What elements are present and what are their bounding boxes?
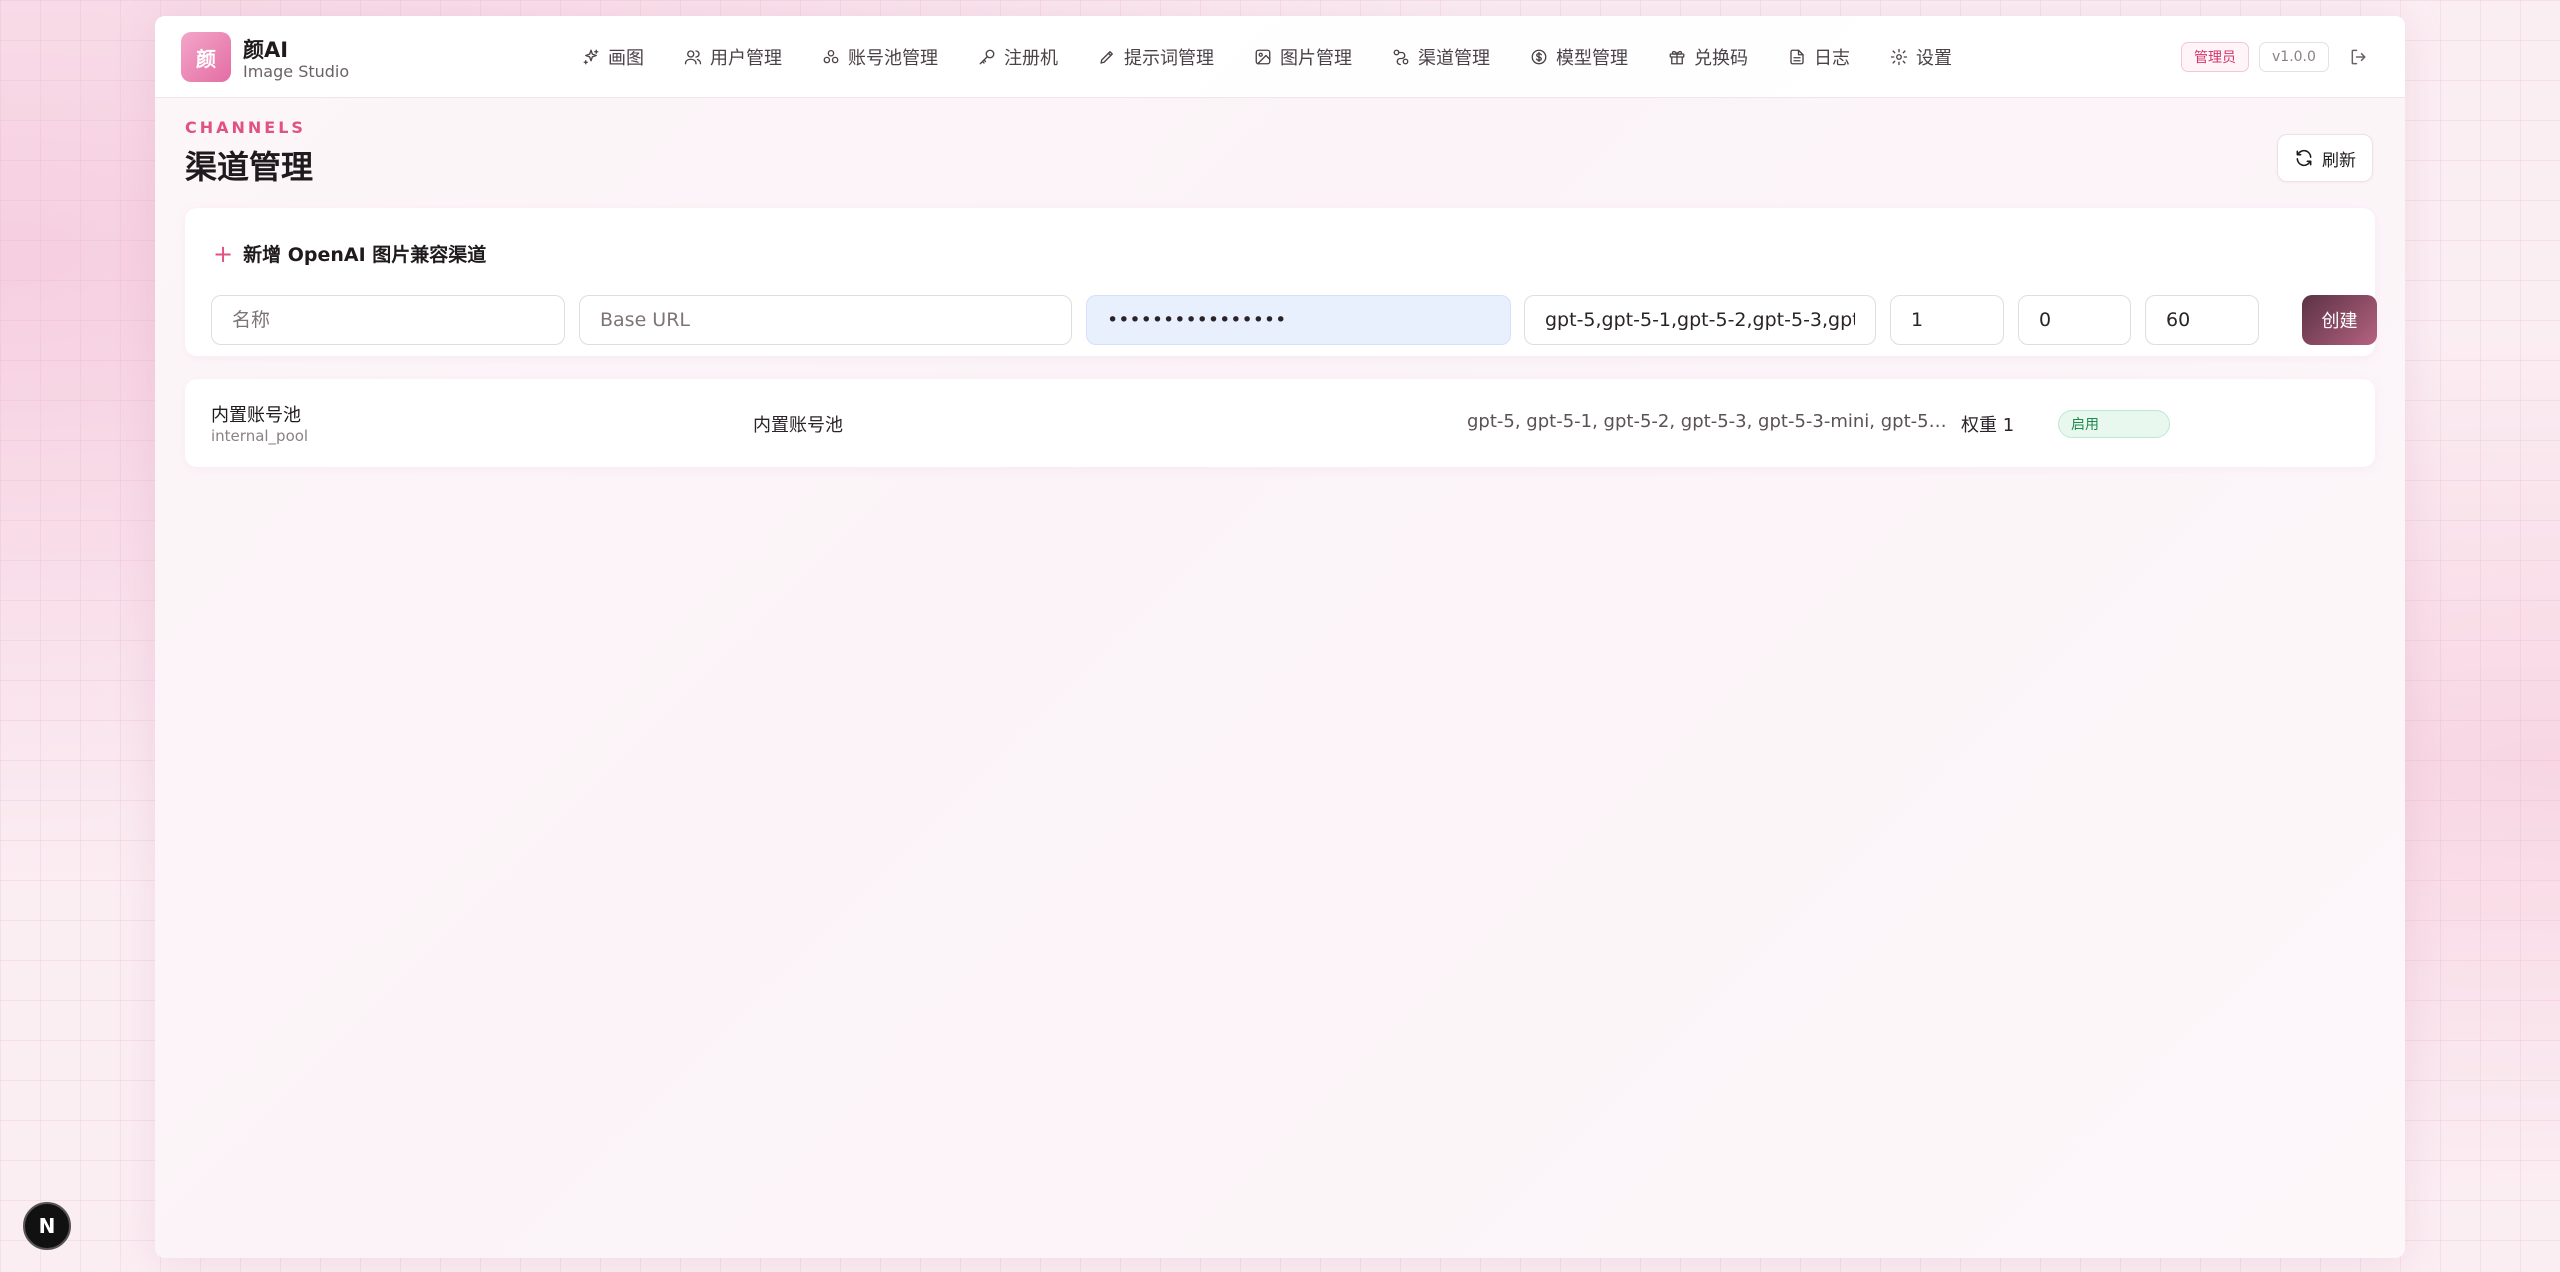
sparkles-icon — [583, 49, 599, 65]
key-icon — [979, 49, 995, 65]
create-button[interactable]: 创建 — [2302, 295, 2377, 345]
version-badge: v1.0.0 — [2259, 42, 2329, 72]
logout-button[interactable] — [2347, 45, 2371, 69]
nav-item-label: 图片管理 — [1280, 48, 1352, 69]
nav-item-label: 画图 — [608, 48, 644, 69]
status-badge[interactable]: 启用 — [2058, 410, 2170, 438]
refresh-button-label: 刷新 — [2322, 150, 2356, 170]
nav-item-label: 模型管理 — [1556, 48, 1628, 69]
nav-item-label: 日志 — [1814, 48, 1850, 69]
nav-item-label: 账号池管理 — [848, 48, 938, 69]
nav-item-label: 注册机 — [1004, 48, 1058, 69]
nav-item-channels[interactable]: 渠道管理 — [1372, 37, 1510, 77]
nav-item-label: 用户管理 — [710, 48, 782, 69]
refresh-icon — [2296, 149, 2312, 167]
nav-item-label: 渠道管理 — [1418, 48, 1490, 69]
timeout-input[interactable] — [2145, 295, 2259, 345]
nav-item-draw[interactable]: 画图 — [562, 37, 664, 77]
api-key-input[interactable] — [1086, 295, 1511, 345]
gear-icon — [1890, 48, 1908, 66]
page-eyebrow: CHANNELS — [185, 118, 306, 137]
nav-item-label: 设置 — [1916, 48, 1952, 69]
workflow-icon — [1393, 49, 1409, 66]
base-url-input[interactable] — [579, 295, 1072, 345]
logout-icon — [2351, 49, 2366, 65]
users-icon — [684, 50, 702, 65]
channel-type: 内置账号池 — [753, 415, 843, 436]
boxes-icon — [823, 49, 839, 64]
nav-item-images[interactable]: 图片管理 — [1234, 37, 1372, 77]
nav-item-settings[interactable]: 设置 — [1870, 37, 1972, 77]
models-input[interactable] — [1524, 295, 1876, 345]
pencil-icon — [1100, 51, 1113, 64]
main-nav: 画图 用户管理 账号池管理 注册机 提示词管理 图片管理 渠道管理 模型管理 兑… — [562, 16, 1972, 98]
nav-item-users[interactable]: 用户管理 — [664, 37, 802, 77]
nav-item-prompts[interactable]: 提示词管理 — [1078, 37, 1234, 77]
dollar-circle-icon — [1531, 49, 1547, 65]
priority-input[interactable] — [2018, 295, 2131, 345]
role-badge: 管理员 — [2181, 42, 2249, 72]
nav-item-logs[interactable]: 日志 — [1768, 37, 1870, 77]
plus-icon: + — [213, 239, 234, 268]
weight-input[interactable] — [1890, 295, 2004, 345]
dev-tools-badge[interactable]: N — [23, 1202, 71, 1250]
brand-subtitle: Image Studio — [243, 62, 350, 81]
channel-name: 内置账号池 — [211, 405, 301, 426]
channel-name-input[interactable] — [211, 295, 565, 345]
channel-models: gpt-5, gpt-5-1, gpt-5-2, gpt-5-3, gpt-5-… — [1467, 411, 1947, 432]
channel-weight: 权重 1 — [1961, 415, 2015, 436]
images-icon — [1255, 49, 1271, 65]
create-channel-heading: + 新增 OpenAI 图片兼容渠道 — [213, 240, 486, 267]
refresh-button[interactable]: 刷新 — [2277, 134, 2373, 182]
app-window: 颜 颜AI Image Studio 画图 用户管理 账号池管理 注册机 提示词… — [155, 16, 2405, 1258]
top-navigation-bar: 颜 颜AI Image Studio 画图 用户管理 账号池管理 注册机 提示词… — [155, 16, 2405, 98]
channel-id: internal_pool — [211, 427, 309, 445]
nav-item-label: 提示词管理 — [1124, 48, 1214, 69]
nav-item-register[interactable]: 注册机 — [958, 37, 1078, 77]
nav-item-models[interactable]: 模型管理 — [1510, 37, 1648, 77]
create-channel-card: + 新增 OpenAI 图片兼容渠道 创建 — [185, 208, 2377, 356]
brand-name: 颜AI — [243, 38, 289, 62]
page-title: 渠道管理 — [185, 148, 314, 186]
file-text-icon — [1790, 49, 1804, 65]
gift-icon — [1669, 50, 1685, 65]
channel-list: 内置账号池 internal_pool 内置账号池 gpt-5, gpt-5-1… — [185, 379, 2375, 467]
nav-item-redeem-codes[interactable]: 兑换码 — [1648, 37, 1768, 77]
nav-item-label: 兑换码 — [1694, 48, 1748, 69]
create-channel-title: 新增 OpenAI 图片兼容渠道 — [243, 244, 487, 266]
nav-item-account-pool[interactable]: 账号池管理 — [802, 37, 958, 77]
brand-logo[interactable]: 颜 — [181, 32, 231, 82]
